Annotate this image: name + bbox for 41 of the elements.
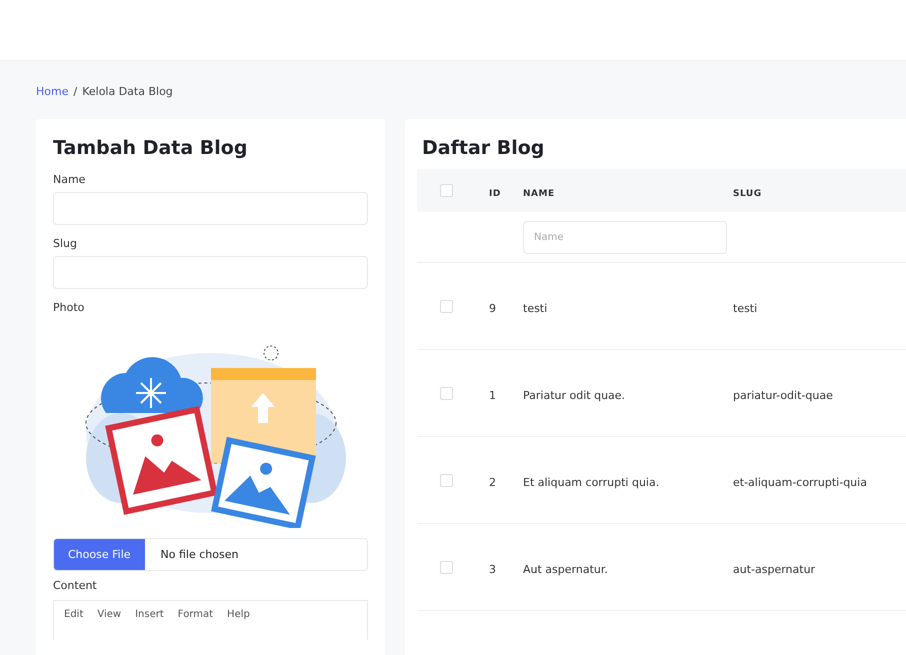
table-cell: Et aliquam corrupti quia.	[523, 476, 660, 488]
breadcrumb-link[interactable]: Home	[36, 84, 68, 98]
checkbox[interactable]	[440, 386, 453, 400]
editor-menu-item[interactable]: View	[97, 609, 122, 623]
table-cell: testi	[733, 302, 758, 314]
text-field[interactable]	[53, 192, 368, 225]
form-title: Tambah Data Blog	[53, 137, 248, 159]
column-header: NAME	[523, 189, 555, 199]
editor-menu-item[interactable]: Help	[227, 609, 250, 623]
column-header: SLUG	[733, 189, 762, 199]
field-label: Content	[53, 579, 98, 592]
breadcrumb-text: Kelola Data Blog	[82, 84, 173, 98]
field-label: Slug	[53, 237, 78, 250]
file-status: No file chosen	[160, 547, 238, 563]
list-title: Daftar Blog	[422, 137, 546, 159]
column-header: ID	[489, 189, 501, 199]
field-label: Photo	[53, 301, 86, 314]
checkbox[interactable]	[440, 300, 453, 312]
table-cell: pariatur-odit-quae	[733, 388, 833, 402]
content-editor[interactable]: Edit View Insert Format Help	[53, 600, 368, 640]
table-cell: 2	[489, 476, 496, 488]
checkbox[interactable]	[440, 560, 453, 574]
file-input[interactable]: Choose File No file chosen	[53, 538, 368, 571]
table-cell: testi	[523, 302, 548, 314]
editor-menu-item[interactable]: Edit	[64, 609, 84, 623]
table-cell: aut-aspernatur	[733, 562, 816, 576]
table-cell: 9	[489, 302, 496, 314]
editor-menu-item[interactable]: Format	[178, 609, 214, 623]
table-cell: Aut aspernatur.	[523, 562, 608, 576]
text-field[interactable]	[53, 256, 368, 289]
filter-field[interactable]: Name	[523, 220, 727, 254]
table-cell: 1	[489, 388, 496, 402]
checkbox[interactable]	[440, 474, 453, 486]
checkbox[interactable]	[440, 184, 453, 197]
field-label: Name	[53, 173, 86, 186]
table-cell: Pariatur odit quae.	[523, 388, 626, 402]
table-cell: 3	[489, 562, 496, 576]
editor-menu-item[interactable]: Insert	[135, 609, 164, 623]
breadcrumb-text: /	[73, 84, 78, 98]
choose-file-button[interactable]: Choose File	[54, 539, 145, 570]
table-cell: et-aliquam-corrupti-quia	[733, 476, 867, 488]
